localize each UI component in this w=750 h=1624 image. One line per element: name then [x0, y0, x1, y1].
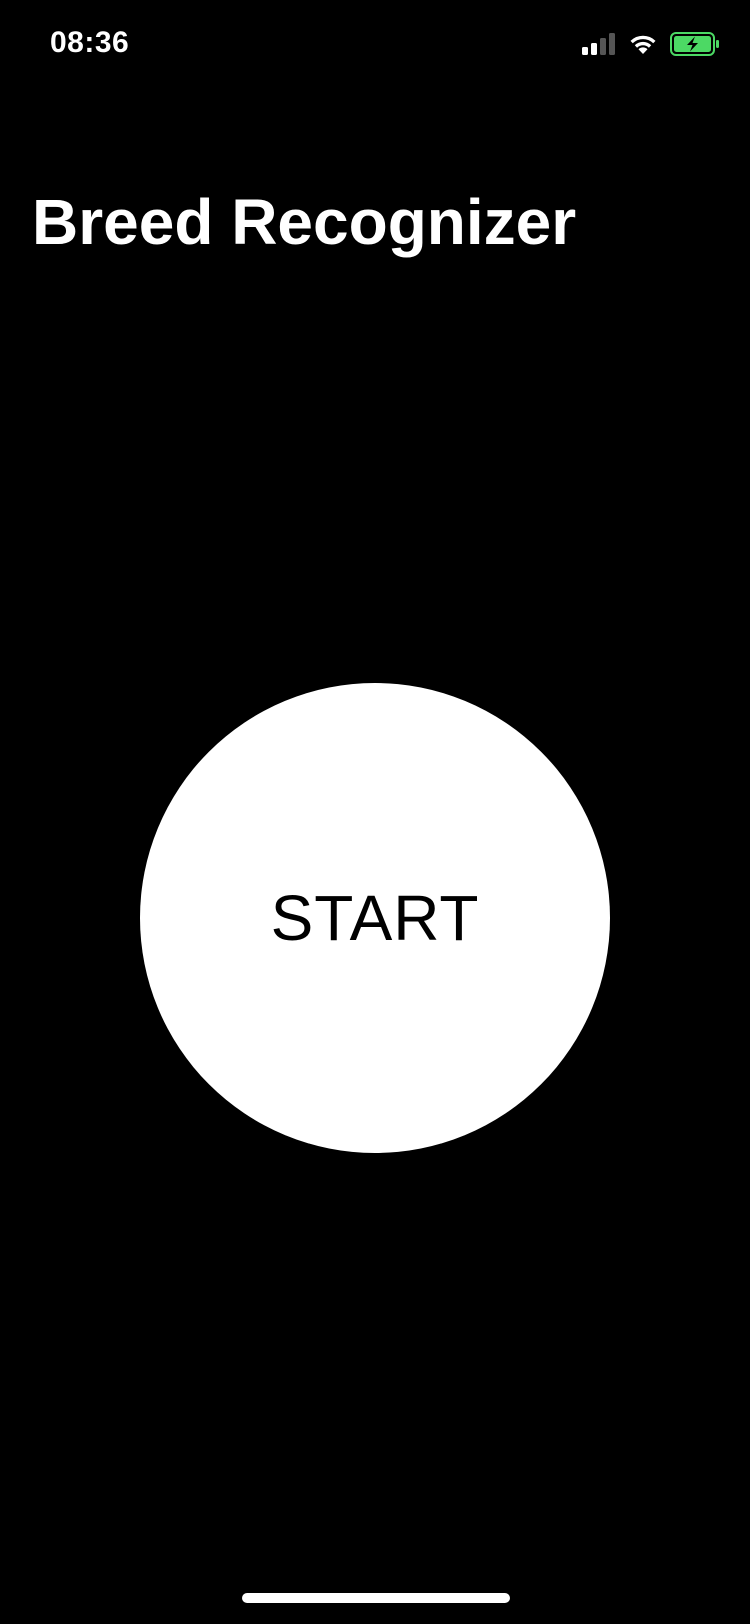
page-title: Breed Recognizer	[32, 186, 577, 258]
start-button-label: START	[270, 882, 480, 954]
status-icons	[582, 32, 720, 56]
cellular-signal-icon	[582, 33, 615, 55]
status-bar: 08:36	[0, 0, 750, 90]
status-time: 08:36	[50, 26, 130, 59]
home-indicator[interactable]	[242, 1593, 510, 1603]
start-button[interactable]: START	[140, 683, 610, 1153]
battery-charging-icon	[670, 32, 719, 56]
wifi-icon	[630, 35, 656, 54]
